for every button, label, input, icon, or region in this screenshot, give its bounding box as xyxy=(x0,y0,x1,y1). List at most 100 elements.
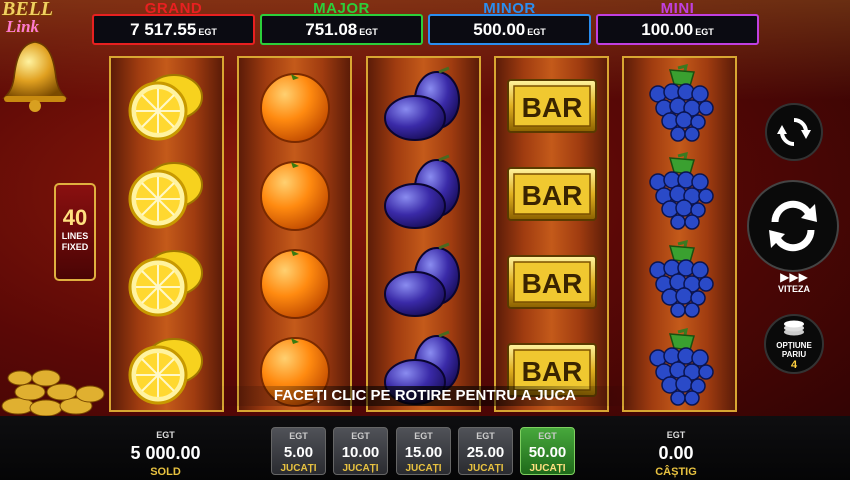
lemon-icon xyxy=(128,250,203,317)
orange-symbol xyxy=(239,238,350,326)
bar-symbol: BAR xyxy=(496,238,607,326)
plum-icon xyxy=(383,154,460,229)
speed-label: VITEZA xyxy=(777,284,810,294)
bet-play-label: JUCAȚI xyxy=(467,463,504,474)
plum-symbol xyxy=(368,62,479,150)
win-value: 0.00 xyxy=(658,443,694,463)
lemon-symbol xyxy=(111,150,222,238)
bet-currency: EGT xyxy=(476,431,495,441)
plum-icon xyxy=(383,242,460,317)
jackpot-major-currency: EGT xyxy=(359,26,378,37)
balance-label: SOLD xyxy=(150,466,181,478)
bet-currency: EGT xyxy=(289,431,308,441)
bet-value: 25.00 xyxy=(466,444,505,461)
plum-symbol xyxy=(368,238,479,326)
bet-value: 50.00 xyxy=(528,444,567,461)
fast-forward-icon: ▶▶▶ xyxy=(780,270,808,284)
reel-3 xyxy=(366,56,481,412)
autoplay-icon xyxy=(777,118,811,146)
grapes-symbol xyxy=(624,62,735,150)
svg-text:BAR: BAR xyxy=(521,356,582,387)
reel-4: BAR BAR BAR BAR xyxy=(494,56,609,412)
bar-symbol: BAR xyxy=(496,62,607,150)
reel-2 xyxy=(237,56,352,412)
bet-play-label: JUCAȚI xyxy=(529,463,566,474)
bet-options-label: OPȚIUNE xyxy=(776,341,812,350)
logo-text: BELL Link xyxy=(2,0,54,36)
jackpot-minor: MINOR 500.00 EGT xyxy=(428,1,591,45)
plum-icon xyxy=(383,66,460,141)
chips-icon xyxy=(784,320,804,336)
grapes-symbol xyxy=(624,150,735,238)
jackpot-grand: GRAND 7 517.55 EGT xyxy=(92,1,255,45)
spin-hint-message: FACEȚI CLIC PE ROTIRE PENTRU A JUCA xyxy=(215,386,635,406)
speed-button[interactable]: ▶▶▶ VITEZA xyxy=(764,270,824,300)
jackpot-minor-currency: EGT xyxy=(527,26,546,37)
win-currency: EGT xyxy=(666,430,686,440)
bar-icon: BAR xyxy=(506,255,597,309)
jackpot-grand-value: 7 517.55 xyxy=(130,19,197,39)
svg-text:BAR: BAR xyxy=(521,180,582,211)
grapes-icon xyxy=(648,328,714,406)
bet-play-label: JUCAȚI xyxy=(405,463,442,474)
lines-label: LINES xyxy=(61,231,89,241)
balance-value: 5 000.00 xyxy=(130,443,201,463)
lemon-symbol xyxy=(111,238,222,326)
orange-symbol xyxy=(239,150,350,238)
jackpot-mini-currency: EGT xyxy=(695,26,714,37)
orange-icon xyxy=(259,249,330,319)
bet-value: 5.00 xyxy=(283,444,314,461)
lemon-icon xyxy=(128,338,203,405)
orange-symbol xyxy=(239,62,350,150)
grapes-icon xyxy=(648,240,714,318)
bet-value: 15.00 xyxy=(404,444,443,461)
balance-display: EGT 5 000.00 SOLD xyxy=(118,430,213,478)
bet-value: 10.00 xyxy=(341,444,380,461)
bet-button-3[interactable]: EGT 15.00 JUCAȚI xyxy=(396,427,451,475)
bet-options-button[interactable]: OPȚIUNE PARIU 4 xyxy=(764,314,824,374)
bet-play-label: JUCAȚI xyxy=(342,463,379,474)
bet-button-1[interactable]: EGT 5.00 JUCAȚI xyxy=(271,427,326,475)
plum-symbol xyxy=(368,150,479,238)
lines-count: 40 xyxy=(62,205,88,230)
bet-button-5[interactable]: EGT 50.00 JUCAȚI xyxy=(520,427,575,475)
grapes-icon xyxy=(648,64,714,142)
bet-options-label-2: PARIU xyxy=(781,350,807,359)
lemon-symbol xyxy=(111,62,222,150)
win-display: EGT 0.00 CÂȘTIG xyxy=(636,430,716,478)
bell-icon xyxy=(2,41,68,112)
grapes-icon xyxy=(648,152,714,230)
bet-options-value: 4 xyxy=(790,359,798,371)
jackpot-minor-value: 500.00 xyxy=(473,19,526,39)
bet-play-label: JUCAȚI xyxy=(280,463,317,474)
orange-icon xyxy=(259,73,330,143)
bet-currency: EGT xyxy=(414,431,433,441)
jackpot-major-value: 751.08 xyxy=(305,19,358,39)
spin-button[interactable] xyxy=(747,180,839,272)
lemon-symbol xyxy=(111,326,222,414)
svg-text:BAR: BAR xyxy=(521,92,582,123)
win-label: CÂȘTIG xyxy=(655,466,697,478)
jackpot-grand-currency: EGT xyxy=(198,26,217,37)
balance-currency: EGT xyxy=(156,430,175,440)
reel-1 xyxy=(109,56,224,412)
lines-fixed-label: FIXED xyxy=(61,242,89,252)
jackpot-mini: MINI 100.00 EGT xyxy=(596,1,759,45)
bet-button-4[interactable]: EGT 25.00 JUCAȚI xyxy=(458,427,513,475)
lines-panel: 40 LINES FIXED xyxy=(54,183,96,281)
jackpot-major: MAJOR 751.08 EGT xyxy=(260,1,423,45)
orange-icon xyxy=(259,161,330,231)
bar-icon: BAR xyxy=(506,167,597,221)
lemon-icon xyxy=(128,74,203,141)
spin-icon xyxy=(769,200,817,252)
svg-text:BAR: BAR xyxy=(521,268,582,299)
grapes-symbol xyxy=(624,326,735,414)
bet-currency: EGT xyxy=(538,431,557,441)
reel-5 xyxy=(622,56,737,412)
autoplay-button[interactable] xyxy=(765,103,823,161)
bar-symbol: BAR xyxy=(496,150,607,238)
bet-currency: EGT xyxy=(351,431,370,441)
bar-icon: BAR xyxy=(506,79,597,133)
bet-button-2[interactable]: EGT 10.00 JUCAȚI xyxy=(333,427,388,475)
lemon-icon xyxy=(128,162,203,229)
